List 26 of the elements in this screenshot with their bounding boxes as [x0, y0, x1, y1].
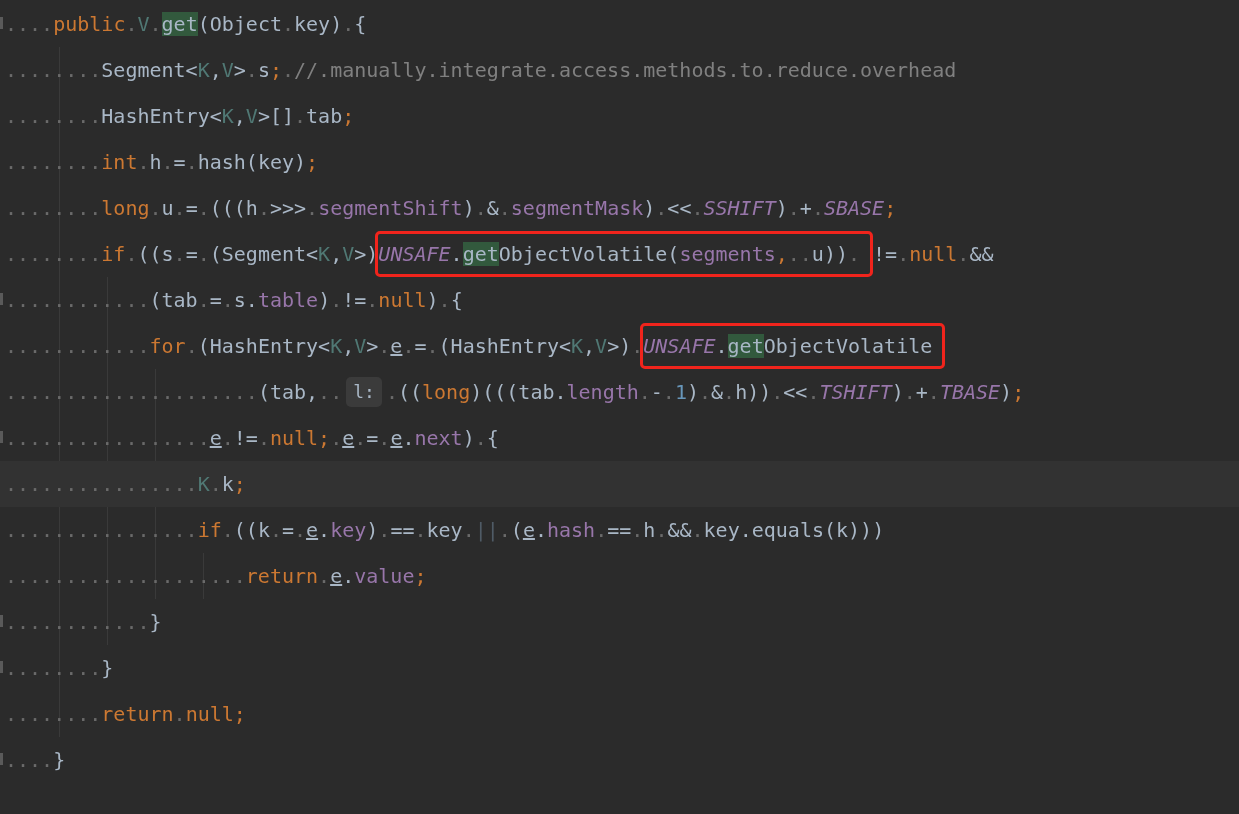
code-text: ........return.null;: [5, 701, 246, 728]
inlay-hint[interactable]: l:: [346, 377, 382, 407]
code-text: ....}: [5, 747, 66, 774]
code-text: .................e.!=.null;.e.=.e.next).{: [5, 425, 499, 452]
fold-marker[interactable]: [0, 17, 3, 29]
fold-marker[interactable]: [0, 753, 3, 765]
code-text: .((long)(((tab.length.-.1).&.h)).<<.TSHIFT).+.TBASE);: [385, 379, 1025, 406]
code-text: ........long.u.=.(((h.>>>.segmentShift).&.segmentMask).<<.SSHIFT).+.SBASE;: [5, 195, 897, 222]
code-text: ....public.V.get(Object.key).{: [5, 11, 367, 38]
code-text: .....................(tab,..: [5, 379, 343, 406]
code-text: ............(tab.=.s.table).!=.null).{: [5, 287, 463, 314]
code-text: ........HashEntry<K,V>[].tab;: [5, 103, 355, 130]
code-text: ................K.k;: [5, 471, 246, 498]
fold-marker[interactable]: [0, 661, 3, 673]
code-text: ........Segment<K,V>.s;.//.manually.integrate.access.methods.to.reduce.overhead: [5, 57, 957, 84]
fold-marker[interactable]: [0, 615, 3, 627]
code-text: ....................return.e.value;: [5, 563, 427, 590]
annotation-box: UNSAFE.getObjectVolatile(segments,..u)).: [375, 231, 874, 277]
code-text: ................if.((k.=.e.key).==.key.||.(e.hash.==.h.&&.key.equals(k))): [5, 517, 885, 544]
code-text: ........int.h.=.hash(key);: [5, 149, 319, 176]
code-text: ........}: [5, 655, 114, 682]
code-text: !=.null.&&: [873, 241, 994, 268]
code-text: ............}: [5, 609, 162, 636]
fold-marker[interactable]: [0, 293, 3, 305]
fold-marker[interactable]: [0, 431, 3, 443]
annotation-box: UNSAFE.getObjectVolatile: [640, 323, 946, 369]
